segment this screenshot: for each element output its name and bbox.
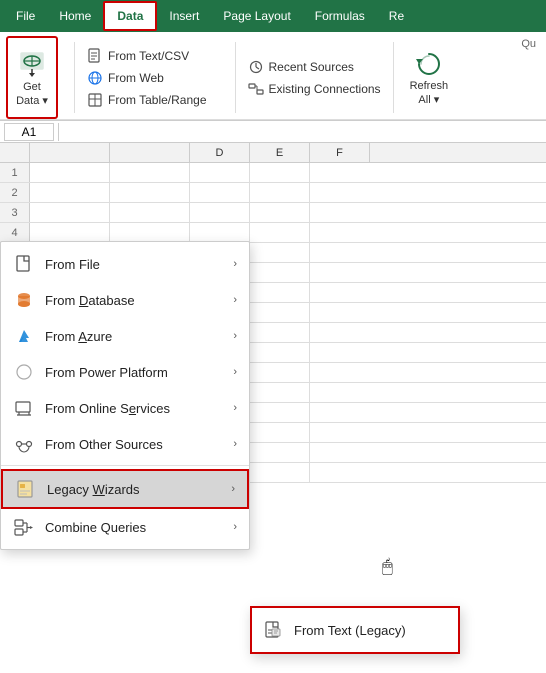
menu-item-from-other-sources[interactable]: From Other Sources › — [1, 426, 249, 462]
dropdown-menu-overlay: From File › From Database › From Azure — [0, 241, 250, 550]
col-header-b — [110, 143, 190, 162]
other-sources-icon — [13, 433, 35, 455]
menu-item-combine-queries[interactable]: Combine Queries › — [1, 509, 249, 545]
row-header-spacer — [0, 143, 30, 162]
connections-icon — [248, 81, 264, 97]
file-icon — [13, 253, 35, 275]
tab-home[interactable]: Home — [47, 3, 103, 29]
tab-insert[interactable]: Insert — [157, 3, 211, 29]
menu-item-legacy-wizards[interactable]: Legacy Wizards › — [1, 469, 249, 509]
ribbon-content: GetData ▾ From Text/CSV From Web — [0, 32, 546, 120]
menu-item-from-online-services[interactable]: From Online Services › — [1, 390, 249, 426]
menu-item-from-power-platform[interactable]: From Power Platform › — [1, 354, 249, 390]
tab-file[interactable]: File — [4, 3, 47, 29]
menu-from-azure-label: From Azure — [45, 329, 223, 344]
formula-bar-separator — [58, 123, 59, 141]
menu-from-power-platform-label: From Power Platform — [45, 365, 223, 380]
existing-connections-button[interactable]: Existing Connections — [244, 79, 385, 99]
tab-formulas[interactable]: Formulas — [303, 3, 377, 29]
tab-re[interactable]: Re — [377, 3, 416, 29]
col-header-a — [30, 143, 110, 162]
recent-sources-icon — [248, 59, 264, 75]
menu-item-from-azure[interactable]: From Azure › — [1, 318, 249, 354]
name-box[interactable] — [4, 123, 54, 141]
web-icon — [87, 70, 103, 86]
existing-connections-label: Existing Connections — [269, 82, 381, 96]
menu-combine-queries-label: Combine Queries — [45, 520, 223, 535]
from-online-services-chevron: › — [233, 402, 237, 414]
get-data-icon — [16, 47, 48, 79]
azure-icon — [13, 325, 35, 347]
from-database-chevron: › — [233, 294, 237, 306]
from-table-range-button[interactable]: From Table/Range — [83, 90, 211, 110]
col-header-d: D — [190, 143, 250, 162]
recent-sources-label: Recent Sources — [269, 60, 354, 74]
refresh-all-label: RefreshAll ▾ — [410, 80, 449, 106]
menu-from-online-services-label: From Online Services — [45, 401, 223, 416]
refresh-all-button[interactable]: RefreshAll ▾ — [402, 36, 457, 119]
menu-from-file-label: From File — [45, 257, 223, 272]
from-web-label: From Web — [108, 71, 164, 85]
from-text-csv-label: From Text/CSV — [108, 49, 189, 63]
from-power-platform-chevron: › — [233, 366, 237, 378]
menu-item-from-database[interactable]: From Database › — [1, 282, 249, 318]
menu-legacy-wizards-label: Legacy Wizards — [47, 482, 221, 497]
divider-2 — [235, 42, 236, 113]
from-table-range-label: From Table/Range — [108, 93, 207, 107]
menu-from-other-sources-label: From Other Sources — [45, 437, 223, 452]
table-row: 3 — [0, 203, 546, 223]
ribbon-col-2: Recent Sources Existing Connections — [244, 36, 385, 119]
queries-label: Qu — [521, 38, 536, 50]
tab-data[interactable]: Data — [103, 1, 157, 31]
power-platform-icon — [13, 361, 35, 383]
mouse-cursor: 🖱 — [382, 556, 393, 577]
ribbon-col-1: From Text/CSV From Web From Table/Range — [83, 36, 211, 119]
table-row: 2 — [0, 183, 546, 203]
divider-1 — [74, 42, 75, 113]
from-file-chevron: › — [233, 258, 237, 270]
from-azure-chevron: › — [233, 330, 237, 342]
table-row: 4 — [0, 223, 546, 243]
table-row: 1 — [0, 163, 546, 183]
from-web-button[interactable]: From Web — [83, 68, 211, 88]
legacy-icon — [15, 478, 37, 500]
file-legacy-icon — [264, 620, 284, 640]
from-text-legacy-label: From Text (Legacy) — [294, 623, 406, 638]
get-data-label: GetData ▾ — [16, 81, 48, 107]
get-data-button[interactable]: GetData ▾ — [6, 36, 58, 119]
column-headers: D E F — [0, 143, 546, 163]
divider-3 — [393, 42, 394, 113]
recent-sources-button[interactable]: Recent Sources — [244, 57, 385, 77]
refresh-icon — [413, 48, 445, 80]
col-header-e: E — [250, 143, 310, 162]
menu-item-from-file[interactable]: From File › — [1, 246, 249, 282]
table-icon — [87, 92, 103, 108]
text-csv-icon — [87, 48, 103, 64]
submenu-legacy-wizards: From Text (Legacy) — [250, 606, 460, 654]
submenu-item-from-text-legacy[interactable]: From Text (Legacy) — [252, 612, 458, 648]
formula-bar — [0, 121, 546, 143]
col-header-f: F — [310, 143, 370, 162]
legacy-wizards-chevron: › — [231, 483, 235, 495]
tab-bar: File Home Data Insert Page Layout Formul… — [0, 0, 546, 32]
online-services-icon — [13, 397, 35, 419]
combine-queries-chevron: › — [233, 521, 237, 533]
from-other-sources-chevron: › — [233, 438, 237, 450]
database-icon — [13, 289, 35, 311]
combine-queries-icon — [13, 516, 35, 538]
from-text-csv-button[interactable]: From Text/CSV — [83, 46, 211, 66]
tab-page-layout[interactable]: Page Layout — [211, 3, 302, 29]
menu-from-database-label: From Database — [45, 293, 223, 308]
dropdown-menu: From File › From Database › From Azure — [0, 241, 250, 550]
menu-divider — [1, 465, 249, 466]
